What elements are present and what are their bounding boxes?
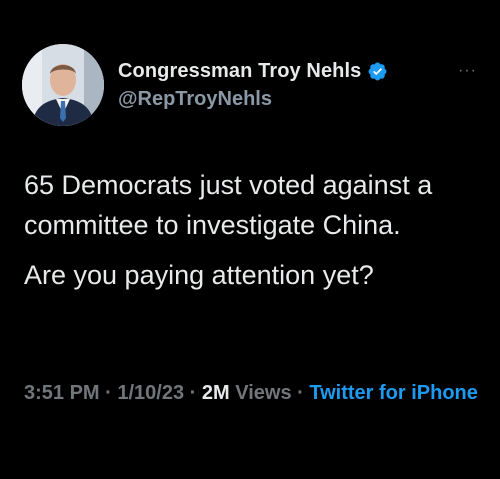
tweet-meta: 3:51 PM · 1/10/23 · 2M Views · Twitter f…	[24, 378, 484, 409]
tweet-text-line: Are you paying attention yet?	[24, 260, 374, 290]
tweet-text: 65 Democrats just voted against a commit…	[24, 165, 484, 295]
avatar[interactable]	[22, 44, 104, 126]
tweet-card[interactable]: Congressman Troy Nehls @RepTroyNehls ···…	[0, 0, 500, 479]
display-name[interactable]: Congressman Troy Nehls	[118, 60, 361, 83]
meta-separator: ·	[99, 382, 118, 404]
profile-photo-icon	[22, 44, 104, 126]
author-name-row[interactable]: Congressman Troy Nehls	[118, 60, 388, 83]
tweet-text-line: 65 Democrats just voted against a commit…	[24, 170, 433, 240]
meta-separator: ·	[291, 382, 310, 404]
views-count: 2M	[201, 382, 230, 404]
more-options-icon[interactable]: ···	[458, 62, 477, 80]
views-label: Views	[229, 382, 292, 404]
tweet-source-link[interactable]: Twitter for iPhone	[309, 382, 478, 404]
meta-separator: ·	[184, 382, 202, 404]
author-handle[interactable]: @RepTroyNehls	[118, 88, 272, 111]
tweet-time[interactable]: 3:51 PM	[24, 382, 100, 404]
tweet-date[interactable]: 1/10/23	[117, 382, 184, 404]
verified-badge-icon	[367, 61, 388, 82]
